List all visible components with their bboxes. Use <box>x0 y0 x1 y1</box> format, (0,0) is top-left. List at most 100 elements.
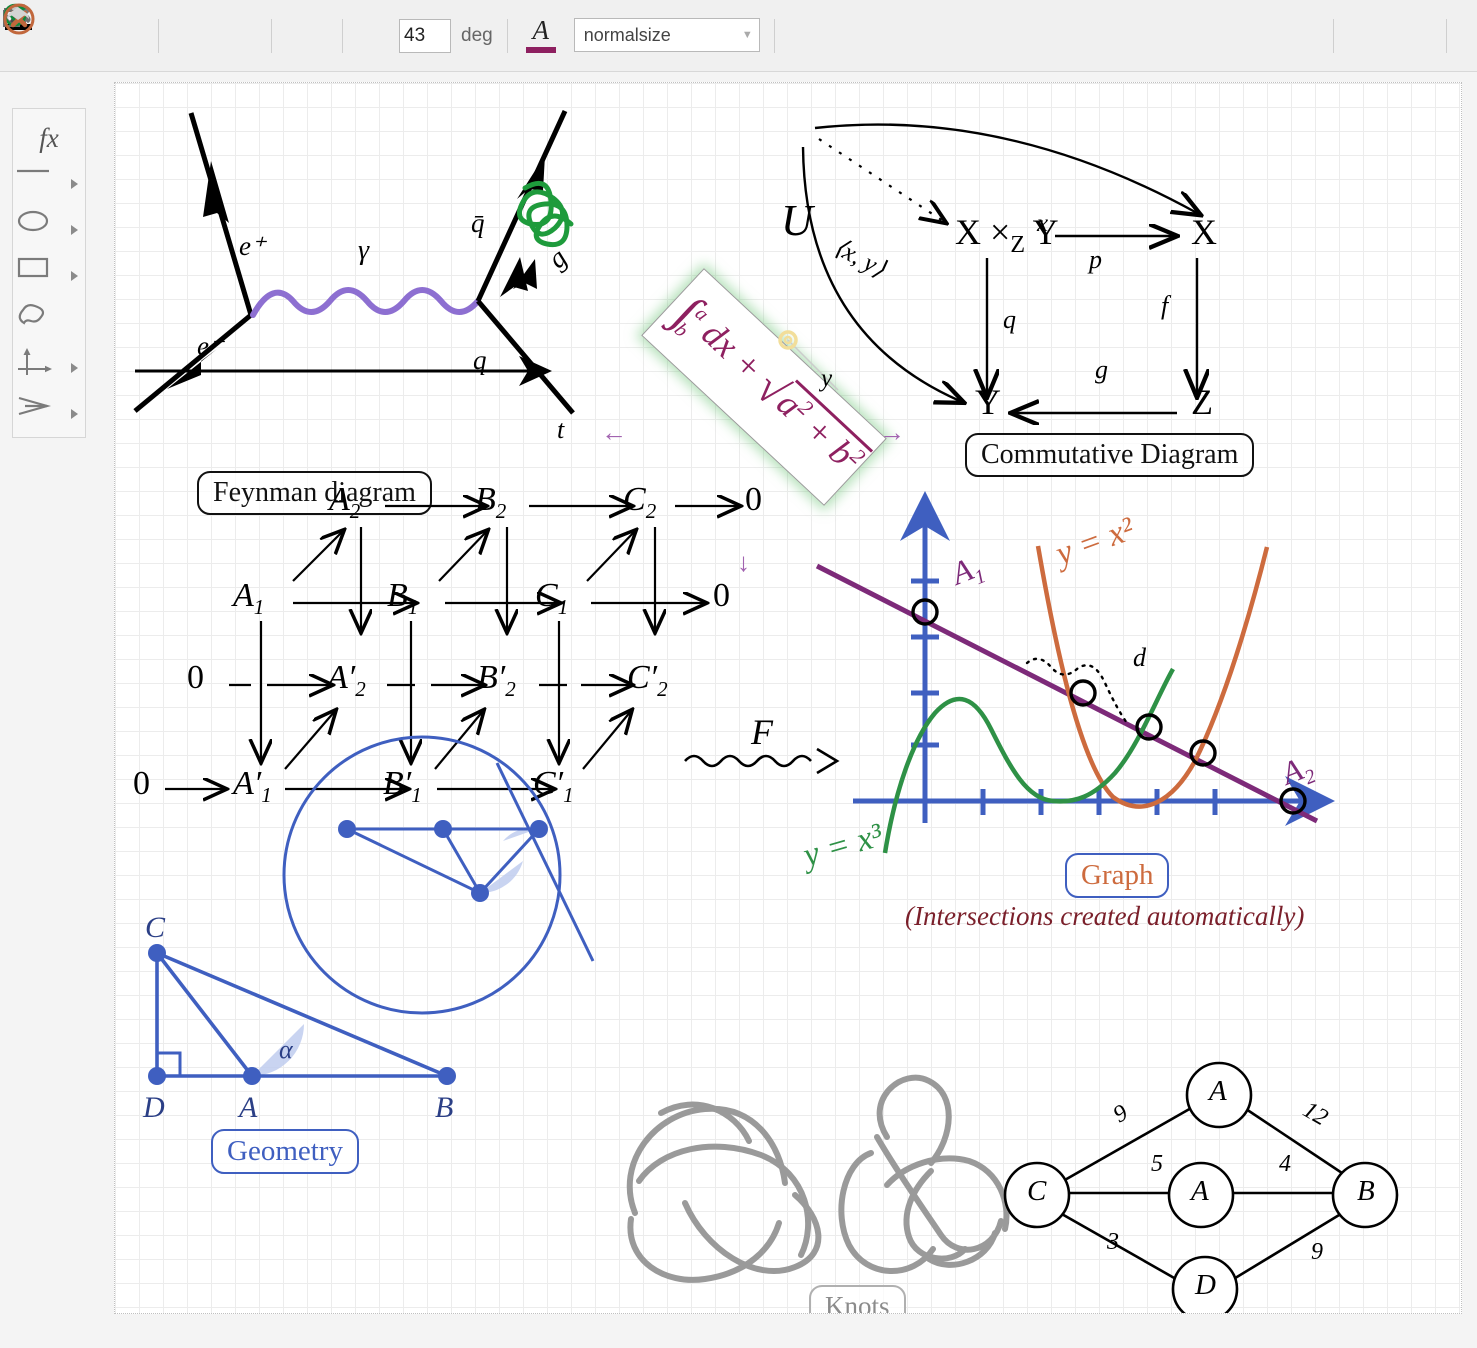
ellipse-icon <box>17 210 49 232</box>
sidebar-item-line[interactable] <box>13 161 85 207</box>
blob-icon <box>18 304 45 325</box>
stroke-brush-tool-button[interactable] <box>5 4 257 57</box>
close-button[interactable] <box>3 3 831 57</box>
font-size-select[interactable]: normalsize ▼ <box>573 18 760 53</box>
sidebar-item-ellipse[interactable] <box>13 207 85 253</box>
geometry-point-a: A <box>239 1091 258 1124</box>
commutative-arrow-f: f <box>1161 291 1169 320</box>
feynman-diagram-graphic <box>133 109 575 415</box>
geometry-angle-alpha: α <box>279 1035 293 1064</box>
toolbar-divider-7 <box>1446 18 1447 53</box>
rectangle-icon <box>17 257 49 278</box>
font-color-icon[interactable]: A <box>522 17 560 53</box>
geometry-point-c: C <box>145 911 166 944</box>
graph-label-distance: d <box>1133 643 1146 672</box>
network-edge-weight-3: 5 <box>1151 1151 1163 1177</box>
align-tool-button[interactable] <box>5 7 215 57</box>
network-node-b: B <box>1357 1175 1375 1207</box>
network-node-d: D <box>1195 1269 1216 1301</box>
redo-button[interactable] <box>9 7 1432 57</box>
knots-caption[interactable]: Knots <box>809 1285 906 1313</box>
rotation-unit-label: deg <box>461 24 493 46</box>
feynman-label-quark: q <box>473 345 487 375</box>
commutative-node-z: Z <box>1191 382 1213 422</box>
sidebar-item-fx[interactable]: fx <box>13 115 85 161</box>
commutative-node-x: X <box>1191 212 1217 252</box>
snake-zero-r2: 0 <box>713 577 730 614</box>
commutative-caption[interactable]: Commutative Diagram <box>965 433 1255 477</box>
network-node-a-top: A <box>1209 1075 1227 1107</box>
snake-zero-r4: 0 <box>133 765 150 802</box>
snake-functor-label: F <box>751 712 773 752</box>
feynman-label-time: t <box>557 415 565 444</box>
snake-node-a2p: A′2 <box>327 659 366 701</box>
snake-node-b2p: B′2 <box>477 659 516 701</box>
stroke-tools-group <box>5 4 257 57</box>
feynman-label-positron: e⁺ <box>239 231 266 261</box>
pullback-subscript: Z <box>1010 232 1025 258</box>
fill-tools-group <box>3 4 328 57</box>
graph-caption[interactable]: Graph <box>1065 853 1170 898</box>
commutative-node-u: U <box>781 196 813 245</box>
toolbar-divider-2 <box>271 18 272 53</box>
chevron-right-icon <box>71 225 78 235</box>
geometry-point-d: D <box>143 1091 165 1124</box>
pullback-prefix: X × <box>955 212 1011 252</box>
line-icon <box>17 169 49 173</box>
font-group: A normalsize ▼ <box>522 17 760 53</box>
snake-node-a2: A2 <box>329 481 361 523</box>
graph-note: (Intersections created automatically) <box>905 901 1305 931</box>
network-edge-weight-5: 3 <box>1107 1229 1119 1255</box>
commutative-arrow-g: g <box>1095 355 1108 384</box>
toolbar-divider <box>158 18 159 53</box>
main-toolbar: deg A normalsize ▼ <box>0 0 1477 72</box>
snake-node-c1: C1 <box>535 577 569 619</box>
ellipse-tool-button[interactable] <box>3 6 102 57</box>
snake-zero-r3: 0 <box>187 659 204 696</box>
network-node-a-mid: A <box>1191 1175 1209 1207</box>
commutative-arrow-y: y <box>821 365 833 392</box>
application-window: deg A normalsize ▼ <box>0 0 1477 1348</box>
geometry-point-b: B <box>435 1091 454 1124</box>
network-edge-weight-6: 9 <box>1311 1239 1323 1265</box>
rotate-icon[interactable] <box>3 3 399 57</box>
commutative-arrow-p: p <box>1089 245 1102 274</box>
circle-tool-button[interactable] <box>5 4 144 57</box>
canvas-area[interactable]: e⁺ e⁻ γ q̄ q g t Feynman diagram ∫ab dx … <box>98 72 1477 1348</box>
axes-icon <box>18 348 52 375</box>
function-icon: fx <box>39 122 59 153</box>
snake-node-c2p: C′2 <box>627 659 668 701</box>
toolbar-divider-3 <box>342 18 343 53</box>
chevron-right-icon <box>71 409 78 419</box>
commutative-node-pullback: X ×Z Y <box>955 211 1059 259</box>
network-edge-weight-4: 4 <box>1279 1151 1291 1177</box>
sidebar-item-rectangle[interactable] <box>13 253 85 299</box>
rotation-input[interactable] <box>399 18 451 53</box>
undo-button[interactable] <box>7 7 1390 57</box>
rotation-group: deg <box>3 3 493 57</box>
snake-node-c2: C2 <box>623 481 657 523</box>
fill-bucket-tool-button[interactable] <box>3 4 328 57</box>
sidebar-item-angle[interactable] <box>13 391 85 437</box>
commutative-node-y: Y <box>975 382 1001 422</box>
drawing-canvas[interactable]: e⁺ e⁻ γ q̄ q g t Feynman diagram ∫ab dx … <box>114 82 1462 1314</box>
toolbar-divider-4 <box>506 18 508 53</box>
pullback-suffix: Y <box>1032 212 1059 252</box>
commutative-arrow-q: q <box>1003 305 1016 334</box>
chevron-right-icon <box>71 179 78 189</box>
snake-node-b2: B2 <box>475 481 507 523</box>
toolbar-divider-5 <box>773 18 775 53</box>
font-size-value: normalsize <box>583 24 671 45</box>
network-node-c: C <box>1027 1175 1047 1207</box>
snake-node-a1p: A′1 <box>233 765 272 807</box>
geometry-caption[interactable]: Geometry <box>211 1129 359 1174</box>
selection-arrow-left[interactable]: ← <box>601 419 627 445</box>
history-group <box>7 7 1461 57</box>
feynman-label-antiquark: q̄ <box>471 208 485 238</box>
tool-sidebar: fx <box>12 108 86 438</box>
sidebar-item-axes[interactable] <box>13 345 85 391</box>
snake-zero-r1: 0 <box>745 481 762 518</box>
knots-graphic <box>626 1074 1010 1283</box>
feynman-label-photon: γ <box>358 235 370 266</box>
sidebar-item-freeform[interactable] <box>13 299 85 345</box>
